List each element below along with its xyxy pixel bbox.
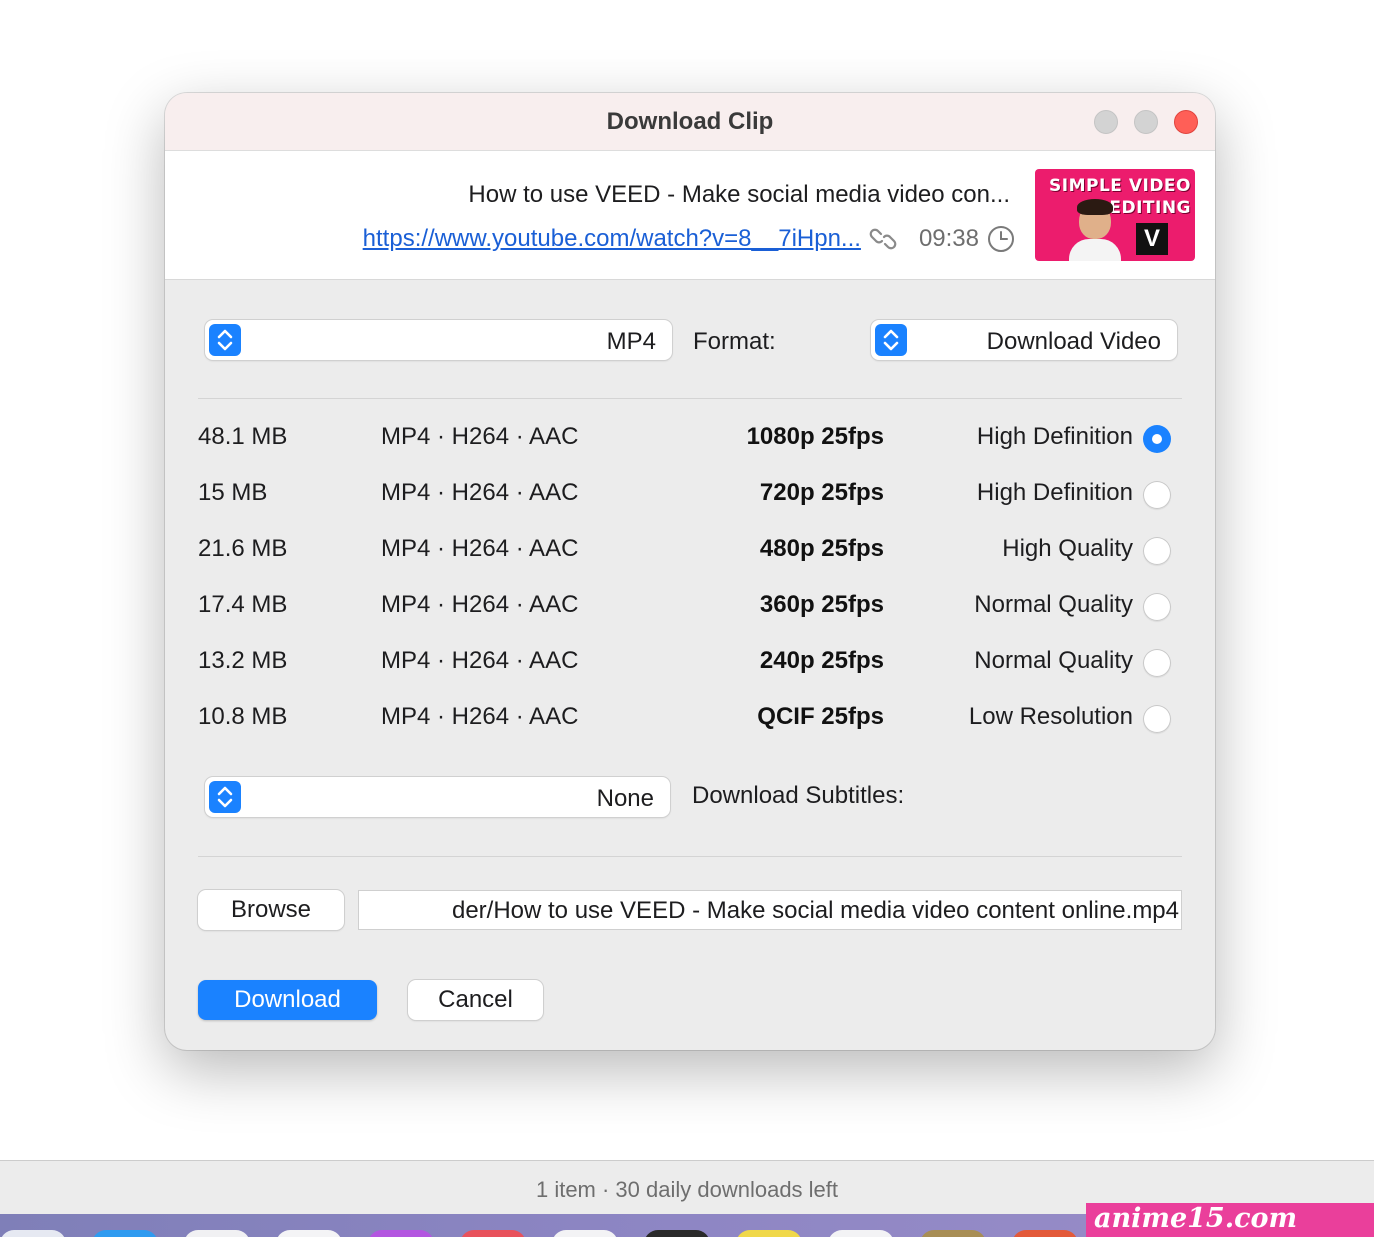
quality-label: High Quality [1002,535,1133,562]
cancel-button[interactable]: Cancel [408,980,543,1020]
quality-resolution: 720p 25fps [759,479,884,506]
video-duration: 09:38 [918,225,979,252]
quality-size: 17.4 MB [198,591,288,618]
quality-label: Normal Quality [974,647,1133,674]
divider [198,398,1182,399]
quality-radio[interactable] [1143,705,1171,733]
subtitles-value: None [596,785,654,812]
quality-size: 15 MB [198,479,268,506]
quality-size: 48.1 MB [198,423,288,450]
quality-codec: MP4 · H264 · AAC [381,479,579,506]
watermark: anime15.com [1086,1203,1374,1237]
quality-resolution: QCIF 25fps [757,703,884,730]
link-icon [869,228,897,250]
quality-label: High Definition [976,479,1133,506]
quality-resolution: 1080p 25fps [746,423,884,450]
quality-radio[interactable] [1143,481,1171,509]
quality-codec: MP4 · H264 · AAC [381,647,579,674]
dock-app-icon[interactable] [920,1230,986,1237]
dock-app-icon[interactable] [736,1230,802,1237]
quality-radio[interactable] [1143,425,1171,453]
video-url-link[interactable]: https://www.youtube.com/watch?v=8__7iHpn… [363,225,861,253]
quality-option[interactable]: 10.8 MB MP4 · H264 · AAC QCIF 25fps Low … [165,699,1215,739]
divider [198,856,1182,857]
dock-app-icon[interactable] [1012,1230,1078,1237]
quality-size: 21.6 MB [198,535,288,562]
download-type-value: Download Video [986,328,1161,355]
zoom-button[interactable] [1094,110,1118,134]
download-button[interactable]: Download [198,980,377,1020]
dock-app-icon[interactable] [460,1230,526,1237]
quality-label: High Definition [976,423,1133,450]
quality-option[interactable]: 15 MB MP4 · H264 · AAC 720p 25fps High D… [165,475,1215,515]
quality-radio[interactable] [1143,593,1171,621]
quality-option[interactable]: 48.1 MB MP4 · H264 · AAC 1080p 25fps Hig… [165,419,1215,459]
dock-app-icon[interactable] [184,1230,250,1237]
select-stepper-icon [875,324,907,356]
video-info-panel: SIMPLE VIDEO EDITING V How to use VEED -… [165,151,1215,280]
dock-app-icon[interactable] [276,1230,342,1237]
quality-resolution: 360p 25fps [759,591,884,618]
quality-label: Low Resolution [968,703,1133,730]
thumbnail-logo-badge: V [1136,223,1168,255]
select-stepper-icon [209,324,241,356]
title-bar[interactable]: Download Clip [165,93,1215,151]
dock-app-icon[interactable] [828,1230,894,1237]
dock-app-icon[interactable] [644,1230,710,1237]
quality-resolution: 480p 25fps [759,535,884,562]
dock-app-icon[interactable] [0,1230,66,1237]
save-path-field[interactable]: der/How to use VEED - Make social media … [358,890,1182,930]
quality-codec: MP4 · H264 · AAC [381,535,579,562]
thumbnail-caption-line1: SIMPLE VIDEO [1049,176,1191,196]
quality-codec: MP4 · H264 · AAC [381,703,579,730]
format-value: MP4 [606,328,656,355]
watermark-text: anime15.com [1094,1203,1298,1234]
quality-option[interactable]: 21.6 MB MP4 · H264 · AAC 480p 25fps High… [165,531,1215,571]
quality-radio[interactable] [1143,537,1171,565]
subtitles-label: Download Subtitles: [692,782,905,809]
subtitles-select[interactable]: None [205,777,670,817]
video-title: How to use VEED - Make social media vide… [468,181,1010,208]
minimize-button[interactable] [1134,110,1158,134]
format-label: Format: [693,328,776,355]
clock-icon [988,226,1014,252]
quality-radio[interactable] [1143,649,1171,677]
dock-app-icon[interactable] [368,1230,434,1237]
quality-label: Normal Quality [974,591,1133,618]
quality-codec: MP4 · H264 · AAC [381,591,579,618]
browse-button[interactable]: Browse [198,890,344,930]
dialog-title: Download Clip [606,108,774,135]
dock-app-icon[interactable] [552,1230,618,1237]
status-text: 1 item · 30 daily downloads left [535,1177,839,1202]
video-meta-row: https://www.youtube.com/watch?v=8__7iHpn… [363,223,1015,255]
quality-codec: MP4 · H264 · AAC [381,423,579,450]
download-type-select[interactable]: Download Video [871,320,1177,360]
format-select[interactable]: MP4 [205,320,672,360]
quality-size: 13.2 MB [198,647,288,674]
save-path-value: der/How to use VEED - Make social media … [451,897,1179,924]
quality-option[interactable]: 17.4 MB MP4 · H264 · AAC 360p 25fps Norm… [165,587,1215,627]
dock-app-icon[interactable] [92,1230,158,1237]
quality-option[interactable]: 13.2 MB MP4 · H264 · AAC 240p 25fps Norm… [165,643,1215,683]
select-stepper-icon [209,781,241,813]
presenter-image [1069,199,1121,261]
download-clip-dialog: Download Clip SIMPLE VIDEO EDITING V How… [165,93,1215,1050]
quality-resolution: 240p 25fps [759,647,884,674]
quality-size: 10.8 MB [198,703,288,730]
close-button[interactable] [1174,110,1198,134]
video-thumbnail: SIMPLE VIDEO EDITING V [1035,169,1195,261]
